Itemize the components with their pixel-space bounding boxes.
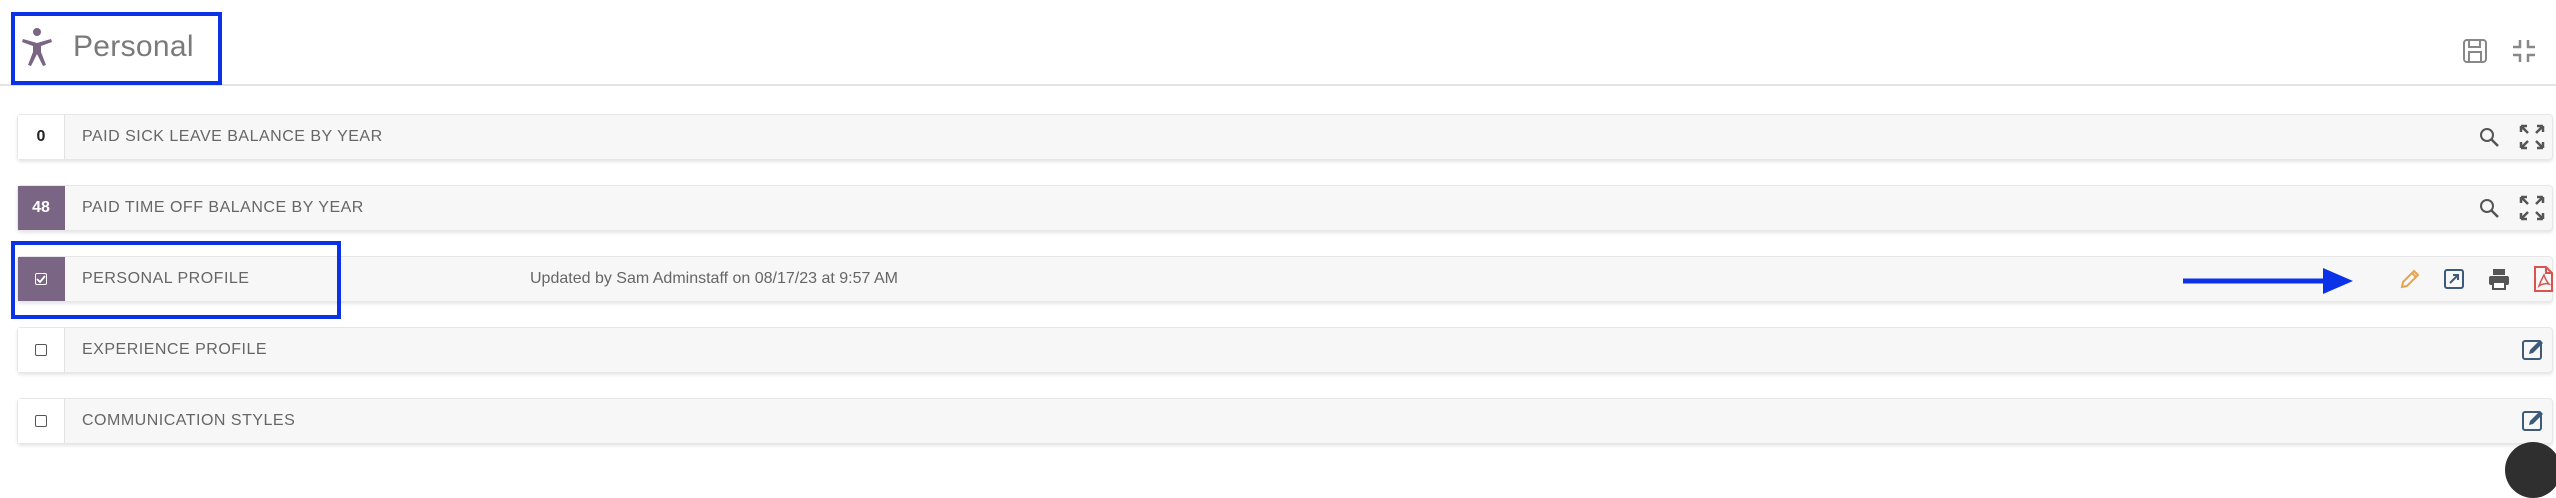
- highlight-box-title: [11, 12, 222, 85]
- edit-button[interactable]: [2518, 335, 2548, 365]
- pdf-button[interactable]: [2528, 264, 2556, 294]
- list-item-paid-sick-leave[interactable]: 0 PAID SICK LEAVE BALANCE BY YEAR: [17, 114, 2553, 160]
- expand-icon: [2519, 195, 2545, 221]
- status-badge[interactable]: [18, 399, 65, 443]
- open-button[interactable]: [2439, 264, 2469, 294]
- section-header: Personal: [0, 0, 2556, 86]
- expand-button[interactable]: [2517, 122, 2547, 152]
- search-icon: [2480, 128, 2499, 147]
- edit-form-icon: [2522, 411, 2543, 431]
- list-item-communication-styles[interactable]: COMMUNICATION STYLES: [17, 398, 2553, 444]
- annotation-arrow-icon: [2183, 268, 2353, 294]
- edit-form-icon: [2522, 340, 2543, 360]
- row-label: EXPERIENCE PROFILE: [82, 341, 268, 358]
- row-checkbox[interactable]: [35, 415, 47, 427]
- edit-button[interactable]: [2518, 406, 2548, 436]
- print-button[interactable]: [2484, 264, 2514, 294]
- list-item-paid-time-off[interactable]: 48 PAID TIME OFF BALANCE BY YEAR: [17, 185, 2553, 231]
- row-label: COMMUNICATION STYLES: [82, 412, 296, 429]
- search-icon: [2480, 199, 2499, 218]
- expand-icon: [2519, 124, 2545, 150]
- edit-pencil-icon: [2400, 269, 2420, 289]
- status-badge[interactable]: [18, 328, 65, 372]
- count-badge: 0: [18, 115, 65, 159]
- print-icon: [2489, 269, 2509, 290]
- row-label: PAID TIME OFF BALANCE BY YEAR: [82, 199, 364, 216]
- search-button[interactable]: [2474, 122, 2504, 152]
- row-label: PAID SICK LEAVE BALANCE BY YEAR: [82, 128, 383, 145]
- collapse-button[interactable]: [2507, 34, 2541, 68]
- row-checkbox[interactable]: [35, 344, 47, 356]
- count-badge: 48: [18, 186, 65, 230]
- open-external-icon: [2444, 269, 2464, 289]
- expand-button[interactable]: [2517, 193, 2547, 223]
- list-item-experience-profile[interactable]: EXPERIENCE PROFILE: [17, 327, 2553, 373]
- search-button[interactable]: [2474, 193, 2504, 223]
- updated-info: Updated by Sam Adminstaff on 08/17/23 at…: [530, 270, 898, 287]
- list-item-personal-profile[interactable]: PERSONAL PROFILE Updated by Sam Adminsta…: [17, 256, 2553, 302]
- highlight-box-personal-profile: [11, 241, 341, 319]
- pdf-icon: [2534, 266, 2553, 292]
- collapse-icon: [2513, 40, 2535, 62]
- edit-button[interactable]: [2395, 264, 2425, 294]
- chat-bubble-icon[interactable]: [2505, 442, 2556, 498]
- save-icon: [2463, 39, 2487, 63]
- save-button[interactable]: [2458, 34, 2492, 68]
